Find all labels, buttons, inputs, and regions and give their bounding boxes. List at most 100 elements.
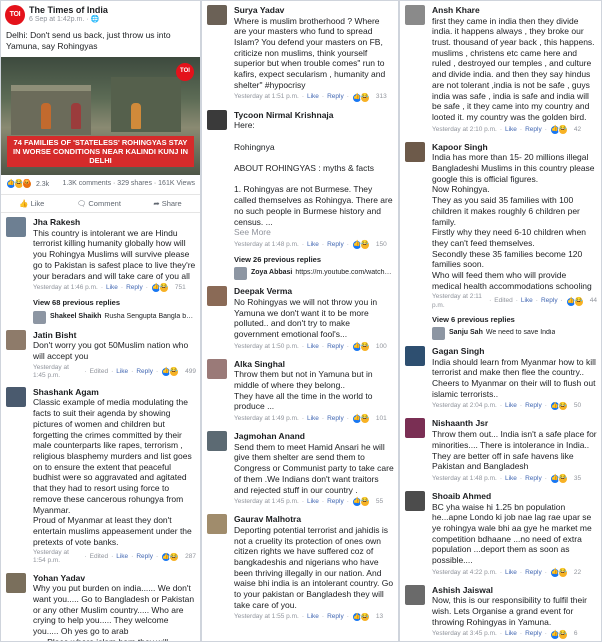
comment-reaction-icons[interactable]: 👍 😂 [549,124,568,135]
avatar[interactable] [207,286,227,307]
see-more-link[interactable]: See More [234,227,271,237]
comment-time[interactable]: Yesterday at 2:11 p.m. [432,293,486,309]
comment-reaction-icons[interactable]: 👍 😂 [150,283,169,294]
commenter-name[interactable]: Shoaib Ahmed [432,491,597,502]
post-counts[interactable]: 1.3K comments · 329 shares · 161K Views [62,180,195,189]
reaction-count[interactable]: 50 [574,402,581,410]
commenter-name[interactable]: Gaurav Malhotra [234,514,394,525]
reaction-count[interactable]: 287 [185,553,196,561]
reply-link[interactable]: Reply [327,343,344,351]
like-link[interactable]: Like [116,553,128,561]
reply-link[interactable]: Reply [525,475,542,483]
comment-reaction-icons[interactable]: 👍 😂 [161,366,180,377]
comment-time[interactable]: Yesterday at 1:45 p.m. [33,364,81,380]
comment-reaction-icons[interactable]: 👍 😂 [351,497,370,508]
view-previous-replies[interactable]: View 26 previous replies [202,253,398,265]
edited-label[interactable]: Edited [90,553,108,561]
comment-reaction-icons[interactable]: 👍 😂 [161,552,180,563]
comment-reaction-icons[interactable]: 👍 😂 [351,341,370,352]
commenter-name[interactable]: Jagmohan Anand [234,431,394,442]
like-link[interactable]: Like [505,475,517,483]
comment-time[interactable]: Yesterday at 2:04 p.m. [432,402,497,410]
comment-time[interactable]: Yesterday at 1:45 p.m. [234,498,299,506]
reaction-count[interactable]: 150 [376,241,387,249]
edited-label[interactable]: Edited [90,368,108,376]
comment-reaction-icons[interactable]: 👍 😂 [549,401,568,412]
post-time[interactable]: 6 Sep at 1:42p.m. · [29,16,90,23]
reaction-count[interactable]: 100 [376,343,387,351]
commenter-name[interactable]: Jatin Bisht [33,330,196,341]
comment-reaction-icons[interactable]: 👍 😂 [351,612,370,623]
reply-link[interactable]: Reply [126,284,143,292]
like-link[interactable]: Like [307,498,319,506]
avatar[interactable] [207,358,227,379]
reply-link[interactable]: Reply [327,613,344,621]
avatar[interactable] [405,5,425,25]
commenter-name[interactable]: Alka Singhal [234,359,394,370]
avatar[interactable] [207,5,227,25]
comment-reaction-icons[interactable]: 👍 😂 [351,414,370,425]
commenter-name[interactable]: Nishaanth Jsr [432,418,597,429]
page-name[interactable]: The Times of India [29,5,108,16]
commenter-name[interactable]: Gagan Singh [432,346,597,357]
like-button[interactable]: 👍 Like [19,199,44,208]
reply-avatar[interactable] [432,327,445,341]
comment-time[interactable]: Yesterday at 4:22 p.m. [432,569,497,577]
comment-time[interactable]: Yesterday at 2:10 p.m. [432,126,497,134]
reaction-count[interactable]: 499 [185,368,196,376]
like-link[interactable]: Like [116,368,128,376]
comment-time[interactable]: Yesterday at 1:48 p.m. [234,241,299,249]
like-link[interactable]: Like [307,241,319,249]
reaction-count[interactable]: 6 [574,630,578,638]
like-link[interactable]: Like [307,613,319,621]
commenter-name[interactable]: Tycoon Nirmal Krishnaja [234,110,394,121]
comment-time[interactable]: Yesterday at 1:46 p.m. [33,284,98,292]
comment-time[interactable]: Yesterday at 1:48 p.m. [432,475,497,483]
reply-preview[interactable]: Sanju Sah We need to save India [400,325,601,342]
reply-avatar[interactable] [234,267,247,281]
reply-link[interactable]: Reply [525,402,542,410]
view-previous-replies[interactable]: View 6 previous replies [400,313,601,325]
reaction-count[interactable]: 313 [376,93,387,101]
commenter-name[interactable]: Deepak Verma [234,286,394,297]
commenter-name[interactable]: Kapoor Singh [432,142,597,153]
comment-time[interactable]: Yesterday at 1:55 p.m. [234,613,299,621]
like-link[interactable]: Like [505,126,517,134]
comment-reaction-icons[interactable]: 👍 😂 [351,239,370,250]
avatar[interactable] [207,514,227,535]
avatar[interactable] [405,584,425,605]
like-link[interactable]: Like [505,630,517,638]
reaction-count[interactable]: 22 [574,569,581,577]
edited-label[interactable]: Edited [494,297,512,305]
like-link[interactable]: Like [307,343,319,351]
reply-avatar[interactable] [33,310,46,324]
reply-preview[interactable]: Shakeel ShaikhRusha Sengupta Bangla babo… [1,309,200,326]
view-previous-replies[interactable]: View 68 previous replies [1,296,200,308]
reaction-icons[interactable]: 👍 😂 😡 [6,179,32,190]
reply-link[interactable]: Reply [525,569,542,577]
comment-reaction-icons[interactable]: 👍 😂 [565,296,584,307]
reply-link[interactable]: Reply [541,297,558,305]
like-link[interactable]: Like [106,284,118,292]
reply-link[interactable]: Reply [525,630,542,638]
avatar[interactable] [6,386,26,407]
avatar[interactable] [405,141,425,162]
reaction-count[interactable]: 55 [376,498,383,506]
reply-link[interactable]: Reply [327,93,344,101]
like-link[interactable]: Like [307,415,319,423]
comment-time[interactable]: Yesterday at 3:45 p.m. [432,630,497,638]
reaction-count[interactable]: 13 [376,613,383,621]
reaction-count[interactable]: 44 [590,297,597,305]
avatar[interactable] [207,109,227,130]
comment-reaction-icons[interactable]: 👍 😂 [549,473,568,484]
reaction-count[interactable]: 35 [574,475,581,483]
reply-link[interactable]: Reply [136,553,153,561]
avatar[interactable] [6,329,26,350]
comment-reaction-icons[interactable]: 👍 😂 [549,629,568,640]
commenter-name[interactable]: Jha Rakesh [33,217,196,228]
comment-time[interactable]: Yesterday at 1:49 p.m. [234,415,299,423]
commenter-name[interactable]: Ansh Khare [432,5,597,16]
reply-link[interactable]: Reply [525,126,542,134]
like-link[interactable]: Like [505,569,517,577]
comment-time[interactable]: Yesterday at 1:51 p.m. [234,93,299,101]
